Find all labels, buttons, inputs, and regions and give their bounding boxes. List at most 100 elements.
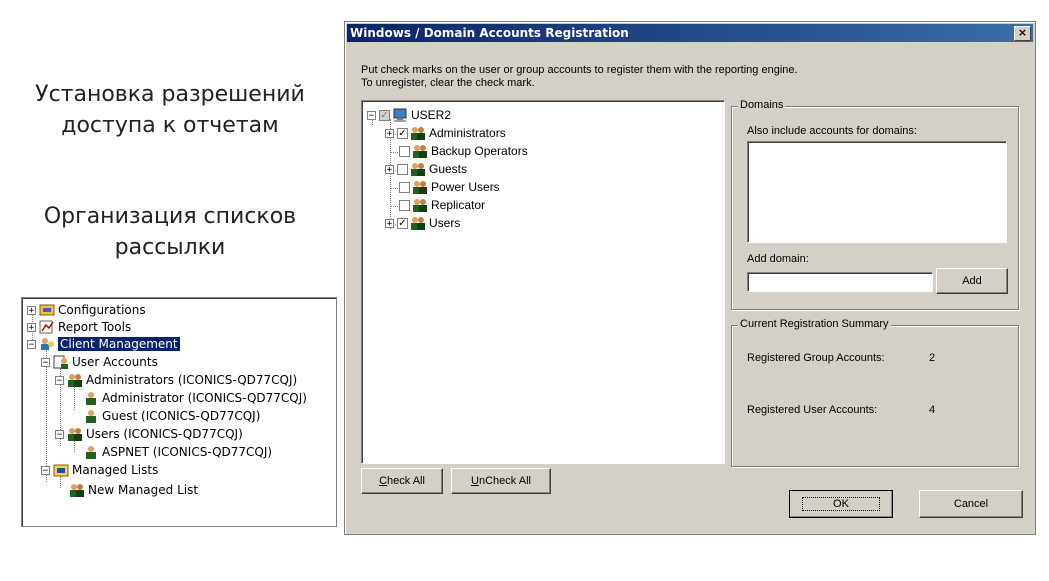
tree-item-label: ASPNET (ICONICS-QD77CQJ) <box>102 445 273 459</box>
guests-checkbox[interactable] <box>397 163 408 175</box>
tree-item-client-management[interactable]: − Client Management <box>27 336 180 352</box>
administrators-checkbox[interactable]: ✓ <box>397 127 408 139</box>
tree-item-label: Administrator (ICONICS-QD77CQJ) <box>102 391 307 405</box>
add-domain-button[interactable]: Add <box>936 268 1008 294</box>
client-tree-panel[interactable]: + Configurations + Report Tools − Client… <box>21 297 337 527</box>
close-icon[interactable]: × <box>1014 26 1031 41</box>
tree-item-replicator[interactable]: Replicator <box>399 197 485 213</box>
managed-lists-icon <box>53 464 69 477</box>
heading-permissions-line2: доступа к отчетам <box>61 113 279 138</box>
tree-item-label: Configurations <box>58 303 146 317</box>
add-domain-label: Add domain: <box>747 253 809 265</box>
group-icon <box>411 217 425 230</box>
tree-item-users[interactable]: + ✓ Users <box>385 215 460 231</box>
heading-mailing-line2: рассылки <box>114 235 226 260</box>
tree-item-label: Guest (ICONICS-QD77CQJ) <box>102 409 261 423</box>
tree-item-backup-operators[interactable]: Backup Operators <box>399 143 528 159</box>
instructions-line1: Put check marks on the user or group acc… <box>361 64 798 76</box>
expand-icon[interactable]: + <box>385 164 394 174</box>
expand-icon[interactable]: + <box>385 218 394 228</box>
tree-item-administrators[interactable]: + ✓ Administrators <box>385 125 506 141</box>
tree-item-report-tools[interactable]: + Report Tools <box>27 319 131 335</box>
tree-root-label: USER2 <box>411 108 452 122</box>
group-icon <box>68 428 82 441</box>
instructions-text: Put check marks on the user or group acc… <box>361 64 798 90</box>
tree-item-label: Managed Lists <box>72 463 159 477</box>
user-accounts-icon <box>53 355 68 369</box>
group-accounts-label: Registered Group Accounts: <box>747 352 885 364</box>
domains-group-label: Domains <box>738 99 786 111</box>
expand-icon[interactable]: + <box>27 305 36 315</box>
include-domains-label: Also include accounts for domains: <box>747 125 917 137</box>
group-icon <box>413 181 427 194</box>
tree-item-managed-lists[interactable]: − Managed Lists <box>41 462 158 478</box>
accounts-registration-dialog: Windows / Domain Accounts Registration ×… <box>344 21 1036 535</box>
ok-button[interactable]: OK <box>789 490 893 518</box>
tree-item-label: Backup Operators <box>431 144 528 158</box>
check-all-label: heck All <box>387 475 425 487</box>
group-icon <box>411 127 425 140</box>
power-users-checkbox[interactable] <box>399 181 410 193</box>
tree-item-new-managed-list[interactable]: New Managed List <box>69 482 198 498</box>
registration-summary-group: Current Registration Summary Registered … <box>731 318 1019 467</box>
heading-permissions-line1: Установка разрешений <box>35 82 305 107</box>
tree-item-user-accounts[interactable]: − User Accounts <box>41 354 158 370</box>
root-checkbox[interactable]: ✓ <box>379 109 390 121</box>
user-accounts-label: Registered User Accounts: <box>747 404 878 416</box>
tree-item-guests[interactable]: + Guests <box>385 161 467 177</box>
collapse-icon[interactable]: − <box>55 429 64 439</box>
accounts-tree[interactable]: − ✓ USER2 + ✓ Administrators Backup Oper… <box>361 100 725 464</box>
users-checkbox[interactable]: ✓ <box>397 217 408 229</box>
tree-root-user2[interactable]: − ✓ USER2 <box>367 107 451 123</box>
summary-group-label: Current Registration Summary <box>738 318 891 330</box>
tree-item-label: Report Tools <box>58 320 132 334</box>
instructions-line2: To unregister, clear the check mark. <box>361 77 535 89</box>
ok-label: OK <box>802 497 880 511</box>
collapse-icon[interactable]: − <box>41 465 50 475</box>
tree-item-power-users[interactable]: Power Users <box>399 179 500 195</box>
dialog-title: Windows / Domain Accounts Registration <box>350 26 629 40</box>
tree-item-label: Client Management <box>58 337 180 351</box>
group-icon <box>68 374 82 387</box>
check-all-button[interactable]: Check All <box>361 468 443 494</box>
tree-item-administrators-group[interactable]: − Administrators (ICONICS-QD77CQJ) <box>55 372 297 388</box>
group-accounts-value: 2 <box>929 352 936 364</box>
tree-item-guest-user[interactable]: Guest (ICONICS-QD77CQJ) <box>83 408 260 424</box>
uncheck-all-button[interactable]: UnCheck All <box>451 468 551 494</box>
backup-operators-checkbox[interactable] <box>399 145 410 157</box>
tree-item-label: Administrators <box>429 126 506 140</box>
tree-item-users-group[interactable]: − Users (ICONICS-QD77CQJ) <box>55 426 243 442</box>
check-all-mnemonic: C <box>379 475 388 487</box>
collapse-icon[interactable]: − <box>55 375 64 385</box>
domains-list[interactable] <box>747 141 1007 243</box>
expand-icon[interactable]: + <box>27 322 36 332</box>
replicator-checkbox[interactable] <box>399 199 410 211</box>
collapse-icon[interactable]: − <box>367 110 376 120</box>
tree-item-label: Users <box>429 216 461 230</box>
client-management-icon <box>41 338 54 350</box>
tree-item-label: Replicator <box>431 198 486 212</box>
tree-item-aspnet-user[interactable]: ASPNET (ICONICS-QD77CQJ) <box>83 444 272 460</box>
computer-icon <box>393 108 407 122</box>
tree-item-label: Guests <box>429 162 468 176</box>
cancel-button[interactable]: Cancel <box>919 490 1023 518</box>
add-domain-input[interactable] <box>747 272 933 292</box>
tree-item-label: Administrators (ICONICS-QD77CQJ) <box>86 373 298 387</box>
tree-item-configurations[interactable]: + Configurations <box>27 302 146 318</box>
configurations-icon <box>39 304 55 316</box>
tree-item-administrator-user[interactable]: Administrator (ICONICS-QD77CQJ) <box>83 390 307 406</box>
user-accounts-value: 4 <box>929 404 936 416</box>
user-icon <box>86 446 96 459</box>
tree-item-label: Users (ICONICS-QD77CQJ) <box>86 427 243 441</box>
uncheck-all-mnemonic: U <box>471 475 479 487</box>
collapse-icon[interactable]: − <box>27 339 36 349</box>
expand-icon[interactable]: + <box>385 128 394 138</box>
user-icon <box>86 410 96 423</box>
user-icon <box>86 392 96 405</box>
collapse-icon[interactable]: − <box>41 357 50 367</box>
tree-item-label: User Accounts <box>72 355 158 369</box>
dialog-title-bar[interactable]: Windows / Domain Accounts Registration × <box>347 24 1033 42</box>
group-icon <box>70 484 84 497</box>
tree-item-label: Power Users <box>431 180 500 194</box>
group-icon <box>413 145 427 158</box>
